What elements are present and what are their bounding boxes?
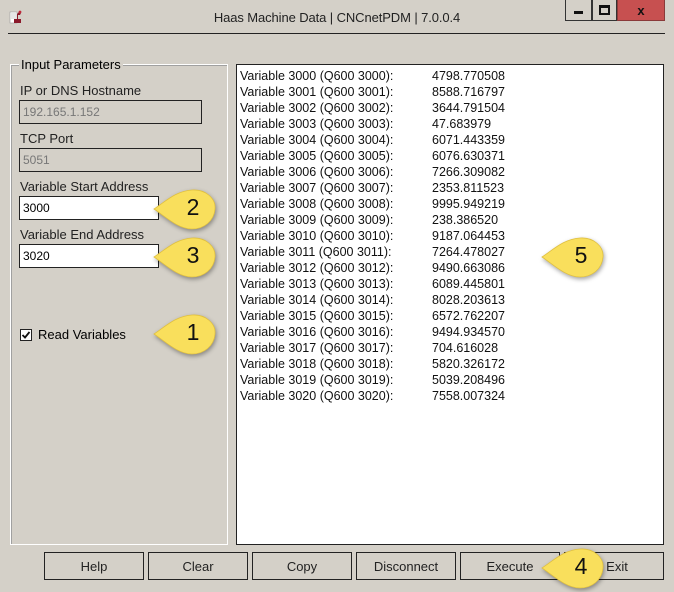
variable-name: Variable 3012 (Q600 3012):	[240, 261, 394, 275]
output-row: Variable 3006 (Q600 3006): 7266.309082	[240, 164, 663, 180]
output-row: Variable 3002 (Q600 3002): 3644.791504	[240, 100, 663, 116]
variable-name: Variable 3017 (Q600 3017):	[240, 341, 394, 355]
variable-name: Variable 3002 (Q600 3002):	[240, 101, 394, 115]
output-row: Variable 3008 (Q600 3008): 9995.949219	[240, 196, 663, 212]
minimize-icon	[574, 10, 583, 14]
copy-button[interactable]: Copy	[252, 552, 352, 580]
callout-number: 1	[186, 319, 200, 345]
variable-value: 9490.663086	[432, 261, 505, 275]
variable-value: 238.386520	[432, 213, 499, 227]
hostname-input	[19, 100, 202, 124]
variable-value: 7264.478027	[432, 245, 505, 259]
start-address-input[interactable]	[19, 196, 159, 220]
output-row: Variable 3014 (Q600 3014): 8028.203613	[240, 292, 663, 308]
variable-value: 7558.007324	[432, 389, 505, 403]
variable-name: Variable 3003 (Q600 3003):	[240, 117, 394, 131]
variable-name: Variable 3000 (Q600 3000):	[240, 69, 394, 83]
variable-value: 47.683979	[432, 117, 492, 131]
title-divider	[8, 33, 665, 34]
output-row: Variable 3001 (Q600 3001): 8588.716797	[240, 84, 663, 100]
minimize-button[interactable]	[565, 0, 592, 21]
close-button[interactable]: x	[617, 0, 665, 21]
variable-value: 4798.770508	[432, 69, 505, 83]
variable-name: Variable 3010 (Q600 3010):	[240, 229, 394, 243]
variable-name: Variable 3018 (Q600 3018):	[240, 357, 394, 371]
output-row: Variable 3003 (Q600 3003): 47.683979	[240, 116, 663, 132]
help-button[interactable]: Help	[44, 552, 144, 580]
variable-value: 9494.934570	[432, 325, 505, 339]
output-row: Variable 3017 (Q600 3017): 704.616028	[240, 340, 663, 356]
callout-number: 4	[574, 553, 588, 579]
end-address-input[interactable]	[19, 244, 159, 268]
output-row: Variable 3004 (Q600 3004): 6071.443359	[240, 132, 663, 148]
tcp-port-label: TCP Port	[20, 131, 74, 146]
callout-number: 3	[186, 242, 200, 268]
variable-name: Variable 3019 (Q600 3019):	[240, 373, 394, 387]
variable-value: 7266.309082	[432, 165, 505, 179]
variable-value: 6089.445801	[432, 277, 505, 291]
variable-name: Variable 3011 (Q600 3011):	[240, 245, 392, 259]
read-variables-label: Read Variables	[38, 327, 126, 342]
variable-value: 6071.443359	[432, 133, 505, 147]
variable-name: Variable 3005 (Q600 3005):	[240, 149, 394, 163]
output-row: Variable 3018 (Q600 3018): 5820.326172	[240, 356, 663, 372]
read-variables-checkbox[interactable]	[20, 328, 32, 341]
output-row: Variable 3020 (Q600 3020): 7558.007324	[240, 388, 663, 404]
clear-button[interactable]: Clear	[148, 552, 248, 580]
variable-value: 6572.762207	[432, 309, 505, 323]
maximize-button[interactable]	[592, 0, 617, 21]
input-parameters-legend: Input Parameters	[19, 57, 123, 72]
variable-name: Variable 3020 (Q600 3020):	[240, 389, 394, 403]
output-row: Variable 3000 (Q600 3000): 4798.770508	[240, 68, 663, 84]
variable-name: Variable 3001 (Q600 3001):	[240, 85, 394, 99]
maximize-icon	[599, 5, 610, 15]
variable-name: Variable 3004 (Q600 3004):	[240, 133, 394, 147]
output-row: Variable 3007 (Q600 3007): 2353.811523	[240, 180, 663, 196]
callout-number: 5	[574, 242, 588, 268]
callout-3: 3	[152, 235, 216, 279]
close-icon: x	[637, 2, 645, 18]
start-address-label: Variable Start Address	[20, 179, 149, 194]
variable-name: Variable 3015 (Q600 3015):	[240, 309, 394, 323]
variable-value: 5039.208496	[432, 373, 505, 387]
title-bar: Haas Machine Data | CNCnetPDM | 7.0.0.4 …	[0, 0, 674, 34]
output-row: Variable 3009 (Q600 3009): 238.386520	[240, 212, 663, 228]
callout-2: 2	[152, 187, 216, 231]
end-address-label: Variable End Address	[20, 227, 145, 242]
callout-1: 1	[152, 312, 216, 356]
variable-value: 2353.811523	[432, 181, 505, 195]
output-row: Variable 3016 (Q600 3016): 9494.934570	[240, 324, 663, 340]
callout-5: 5	[540, 235, 604, 279]
variable-name: Variable 3008 (Q600 3008):	[240, 197, 394, 211]
output-row: Variable 3015 (Q600 3015): 6572.762207	[240, 308, 663, 324]
variable-value: 3644.791504	[432, 101, 505, 115]
disconnect-button[interactable]: Disconnect	[356, 552, 456, 580]
output-list[interactable]: Variable 3000 (Q600 3000): 4798.770508 Var…	[236, 64, 664, 545]
callout-4: 4	[540, 546, 604, 590]
variable-name: Variable 3014 (Q600 3014):	[240, 293, 394, 307]
checkmark-icon	[21, 330, 31, 339]
variable-value: 9995.949219	[432, 197, 505, 211]
variable-name: Variable 3013 (Q600 3013):	[240, 277, 394, 291]
variable-name: Variable 3009 (Q600 3009):	[240, 213, 394, 227]
output-row: Variable 3019 (Q600 3019): 5039.208496	[240, 372, 663, 388]
output-row: Variable 3005 (Q600 3005): 6076.630371	[240, 148, 663, 164]
variable-value: 9187.064453	[432, 229, 505, 243]
read-variables-checkbox-row[interactable]: Read Variables	[20, 327, 126, 342]
variable-value: 5820.326172	[432, 357, 505, 371]
variable-name: Variable 3007 (Q600 3007):	[240, 181, 394, 195]
callout-number: 2	[186, 194, 200, 220]
variable-value: 704.616028	[432, 341, 499, 355]
variable-value: 6076.630371	[432, 149, 505, 163]
variable-name: Variable 3016 (Q600 3016):	[240, 325, 394, 339]
variable-value: 8588.716797	[432, 85, 505, 99]
tcp-port-input	[19, 148, 202, 172]
variable-value: 8028.203613	[432, 293, 505, 307]
hostname-label: IP or DNS Hostname	[20, 83, 142, 98]
variable-name: Variable 3006 (Q600 3006):	[240, 165, 394, 179]
